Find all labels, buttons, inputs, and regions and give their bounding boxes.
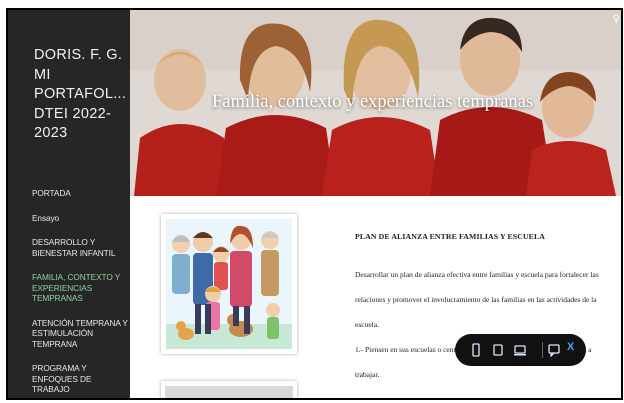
nav-item-ensayo[interactable]: Ensayo — [32, 213, 128, 224]
article-paragraph: Desarrollar un plan de alianza efectiva … — [355, 270, 599, 329]
hero-title: Familia, contexto y experiencias tempran… — [212, 92, 534, 112]
secondary-image-card — [161, 381, 297, 398]
nav-item-atencion[interactable]: ATENCIÓN TEMPRANA Y ESTIMULACIÓN TEMPRAN… — [32, 318, 128, 350]
site-title-line: PORTAFOL... — [34, 86, 127, 102]
secondary-image — [165, 386, 293, 398]
toolbar-divider — [542, 342, 543, 358]
sidebar-nav: PORTADA Ensayo DESARROLLO Y BIENESTAR IN… — [32, 188, 128, 398]
main-content: PLAN DE ALIANZA ENTRE FAMILIAS Y ESCUELA… — [130, 196, 621, 398]
tablet-view-icon[interactable] — [491, 343, 505, 357]
sidebar: DORIS. F. G. MI PORTAFOL... DTEI 2022- 2… — [8, 10, 130, 398]
article-heading: PLAN DE ALIANZA ENTRE FAMILIAS Y ESCUELA — [355, 232, 546, 241]
comment-icon[interactable] — [547, 343, 561, 357]
site-title-line: DTEI 2022- — [34, 105, 112, 122]
hero-banner: Familia, contexto y experiencias tempran… — [130, 10, 621, 196]
close-preview-button[interactable]: X — [567, 341, 574, 353]
nav-item-familia[interactable]: FAMILIA, CONTEXTO Y EXPERIENCIAS TEMPRAN… — [32, 272, 128, 304]
browser-frame: DORIS. F. G. MI PORTAFOL... DTEI 2022- 2… — [6, 8, 623, 400]
floating-toolbar: X — [455, 334, 586, 366]
mobile-view-icon[interactable] — [469, 343, 483, 357]
site-title[interactable]: DORIS. F. G. MI PORTAFOL... DTEI 2022- 2… — [34, 46, 126, 144]
site-title-line: 2023 — [34, 125, 68, 141]
family-illustration-card — [161, 214, 297, 354]
nav-item-portada[interactable]: PORTADA — [32, 188, 128, 199]
site-title-line: DORIS. F. G. — [34, 47, 123, 63]
nav-item-programa[interactable]: PROGRAMA Y ENFOQUES DE TRABAJO — [32, 363, 128, 395]
family-illustration — [166, 219, 292, 349]
site-title-line: MI — [34, 66, 51, 83]
search-icon[interactable]: ⚲ — [613, 14, 620, 25]
desktop-view-icon[interactable] — [513, 343, 527, 357]
nav-item-desarrollo[interactable]: DESARROLLO Y BIENESTAR INFANTIL — [32, 237, 128, 258]
